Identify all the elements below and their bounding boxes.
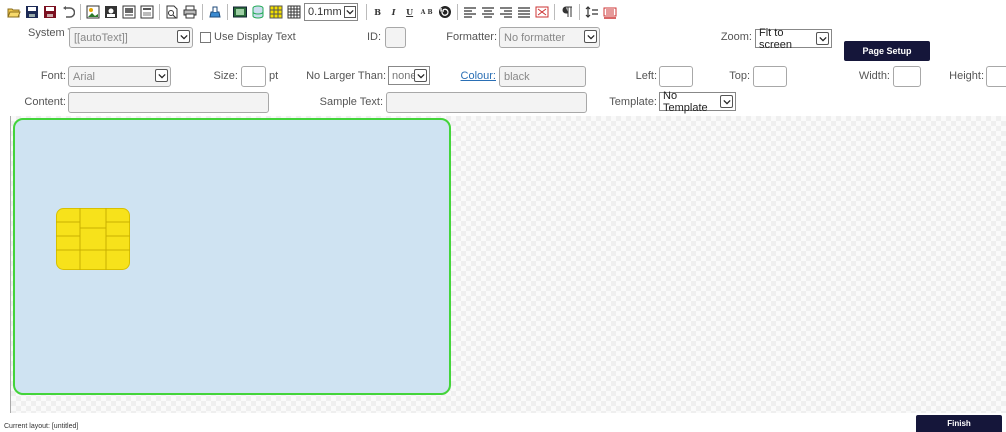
underline-button[interactable]: U — [403, 7, 417, 17]
no-larger-than-label: No Larger Than: — [306, 70, 386, 82]
sample-text-label: Sample Text: — [319, 96, 383, 108]
insert-text-box-icon[interactable] — [139, 4, 155, 20]
content-label: Content: — [24, 96, 66, 108]
formatter-select[interactable]: No formatter — [499, 27, 600, 48]
left-field[interactable] — [659, 66, 693, 87]
toolbar-separator — [227, 4, 228, 20]
smart-chip-icon[interactable] — [56, 208, 130, 270]
no-larger-than-select[interactable]: none — [388, 66, 430, 85]
printer-settings-icon[interactable] — [207, 4, 223, 20]
template-label: Template: — [609, 96, 657, 108]
current-layout-status: Current layout: [untitled] — [4, 423, 79, 430]
height-field[interactable] — [986, 66, 1006, 87]
design-canvas[interactable] — [10, 116, 1006, 413]
system-text-label: System Text: — [28, 27, 91, 39]
save-icon[interactable] — [24, 4, 40, 20]
chevron-down-icon — [720, 95, 733, 108]
size-label: Size: — [213, 70, 238, 82]
system-text-select[interactable]: [[autoText]] — [69, 27, 193, 48]
print-icon[interactable] — [182, 4, 198, 20]
toolbar-separator — [456, 4, 458, 20]
database-icon[interactable] — [250, 4, 266, 20]
card-front-icon[interactable] — [232, 4, 248, 20]
template-value: No Template — [663, 89, 708, 114]
no-larger-than-value: none — [392, 69, 417, 82]
fit-text-icon[interactable] — [534, 4, 550, 20]
formatter-value: No formatter — [504, 31, 566, 44]
left-label: Left: — [635, 70, 657, 82]
chevron-down-icon — [155, 69, 168, 82]
width-field[interactable] — [893, 66, 921, 87]
align-left-icon[interactable] — [462, 4, 478, 20]
toolbar-separator — [553, 4, 555, 20]
chevron-down-icon — [584, 30, 597, 43]
toolbar-separator — [202, 4, 203, 20]
open-folder-icon[interactable] — [6, 4, 22, 20]
id-field[interactable] — [385, 27, 406, 48]
delete-element-icon[interactable] — [602, 4, 618, 20]
insert-photo-icon[interactable] — [103, 4, 119, 20]
toolbar-separator — [80, 4, 81, 20]
use-display-text-checkbox[interactable] — [200, 32, 211, 43]
colour-field[interactable]: black — [499, 66, 586, 87]
undo-icon[interactable] — [60, 4, 76, 20]
system-text-value: [[autoText]] — [74, 31, 128, 44]
height-label: Height: — [949, 70, 984, 82]
font-select[interactable]: Arial — [68, 66, 171, 87]
zoom-select[interactable]: Fit to screen — [755, 26, 832, 51]
insert-image-icon[interactable] — [85, 4, 101, 20]
print-preview-icon[interactable] — [164, 4, 180, 20]
colour-label-wrap: Colour: — [442, 70, 496, 82]
finish-button[interactable]: Finish — [916, 415, 1002, 432]
insert-barcode-icon[interactable] — [121, 4, 137, 20]
zoom-value: Fit to screen — [759, 26, 793, 51]
unit-select[interactable]: 0.1mm — [304, 3, 358, 21]
grid-yellow-icon[interactable] — [268, 4, 284, 20]
rotate-icon[interactable] — [437, 4, 453, 20]
align-justify-icon[interactable] — [516, 4, 532, 20]
align-right-icon[interactable] — [498, 4, 514, 20]
width-label: Width: — [858, 70, 890, 82]
colour-link[interactable]: Colour: — [461, 70, 496, 82]
content-field[interactable] — [68, 92, 269, 113]
grid-icon[interactable] — [286, 4, 302, 20]
chevron-down-icon — [177, 30, 190, 43]
template-select[interactable]: No Template — [659, 89, 736, 114]
card-layout[interactable] — [13, 118, 451, 395]
align-center-icon[interactable] — [480, 4, 496, 20]
toolbar: 0.1mm B I U A B — [6, 2, 620, 22]
font-label: Font: — [40, 70, 66, 82]
sample-text-field[interactable] — [386, 92, 587, 113]
size-field[interactable] — [241, 66, 266, 87]
use-display-text-label: Use Display Text — [214, 31, 296, 43]
line-spacing-icon[interactable] — [584, 4, 600, 20]
save-as-icon[interactable] — [42, 4, 58, 20]
colour-value: black — [504, 70, 530, 83]
toolbar-separator — [578, 4, 580, 20]
small-caps-button[interactable]: A B — [419, 9, 435, 16]
unit-select-value: 0.1mm — [308, 6, 342, 18]
id-label: ID: — [366, 31, 381, 43]
formatter-label: Formatter: — [446, 31, 497, 43]
chevron-down-icon — [816, 32, 829, 45]
bold-button[interactable]: B — [371, 7, 385, 17]
chevron-down-icon — [343, 6, 356, 18]
paragraph-icon[interactable] — [559, 4, 575, 20]
top-label: Top: — [729, 70, 750, 82]
page-setup-button[interactable]: Page Setup — [844, 41, 930, 61]
size-unit: pt — [269, 70, 279, 82]
chevron-down-icon — [414, 69, 427, 82]
top-field[interactable] — [753, 66, 787, 87]
font-value: Arial — [73, 70, 96, 83]
italic-button[interactable]: I — [387, 7, 401, 17]
zoom-label: Zoom: — [720, 31, 752, 43]
toolbar-separator — [365, 4, 367, 20]
toolbar-separator — [159, 4, 160, 20]
